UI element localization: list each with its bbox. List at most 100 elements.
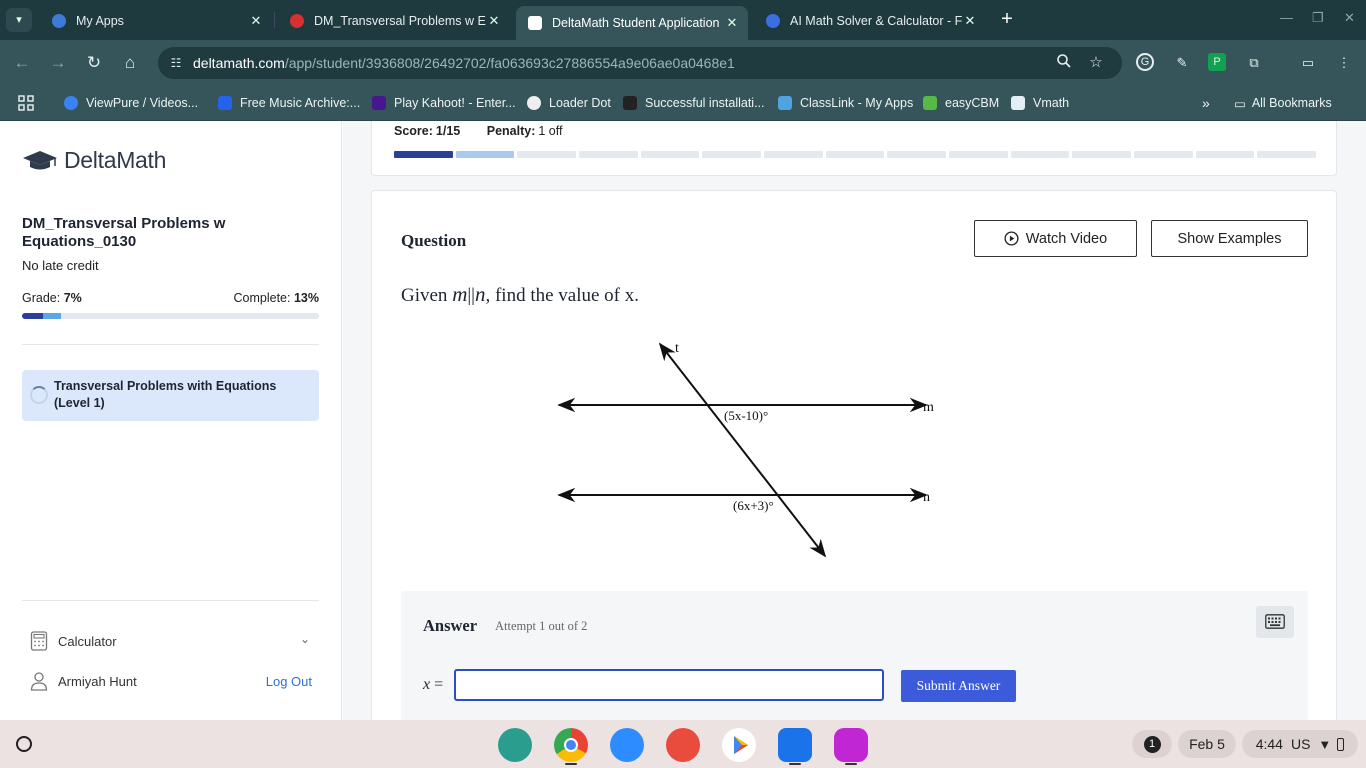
close-icon[interactable]: ✕: [724, 15, 740, 31]
bookmark-kahoot[interactable]: Play Kahoot! - Enter...: [372, 93, 516, 113]
progress-segment: [1072, 151, 1132, 158]
play-store-app-icon[interactable]: [722, 728, 756, 762]
grammarly-icon[interactable]: G: [1136, 53, 1154, 71]
wifi-icon: ▼: [1318, 736, 1332, 752]
home-icon[interactable]: ⌂: [119, 52, 141, 74]
notification-tray[interactable]: 1: [1132, 730, 1172, 758]
bookmark-classlink[interactable]: ClassLink - My Apps: [778, 93, 913, 113]
graduation-cap-icon: [23, 150, 57, 169]
progress-segment: [455, 151, 515, 158]
tab-deltamath-student[interactable]: DeltaMath Student Application ✕: [516, 6, 748, 40]
watch-video-button[interactable]: Watch Video: [974, 220, 1137, 257]
canvas-app-icon[interactable]: [834, 728, 868, 762]
forward-arrow-icon[interactable]: →: [47, 52, 69, 74]
bookmark-star-icon[interactable]: ☆: [1086, 53, 1106, 73]
problem-list-item[interactable]: Transversal Problems with Equations (Lev…: [22, 370, 319, 421]
extension-p-icon[interactable]: P: [1208, 53, 1226, 71]
watch-video-label: Watch Video: [1025, 230, 1108, 247]
prompt-text: Given: [401, 285, 453, 306]
grade-label: Grade:: [22, 291, 61, 305]
cursor-icon: [623, 96, 637, 110]
calculator-toggle[interactable]: Calculator ⌄: [30, 630, 310, 654]
progress-segment: [1257, 151, 1317, 158]
site-info-icon[interactable]: ☷: [166, 53, 186, 73]
back-arrow-icon[interactable]: ←: [11, 52, 33, 74]
keyboard-toggle-button[interactable]: [1256, 606, 1294, 638]
viewpure-icon: [64, 96, 78, 110]
bookmark-label: Play Kahoot! - Enter...: [394, 96, 516, 110]
tab-ai-math-solver[interactable]: AI Math Solver & Calculator - Fr ✕: [754, 6, 986, 36]
zoom-app-icon[interactable]: [610, 728, 644, 762]
bookmark-label: ClassLink - My Apps: [800, 96, 914, 110]
show-examples-button[interactable]: Show Examples: [1151, 220, 1308, 257]
answer-input[interactable]: [454, 669, 884, 701]
menu-kebab-icon[interactable]: ⋮: [1334, 53, 1354, 73]
zoom-search-icon[interactable]: [1054, 53, 1074, 73]
url-text[interactable]: deltamath.com/app/student/3936808/264927…: [193, 55, 735, 71]
in-progress-icon: [30, 386, 48, 404]
classroom-app-icon[interactable]: [498, 728, 532, 762]
complete-value: 13%: [293, 291, 319, 305]
progress-segment: [1195, 151, 1255, 158]
extensions-puzzle-icon[interactable]: ⧉: [1244, 53, 1264, 73]
deltamath-logo[interactable]: DeltaMath: [22, 147, 166, 174]
user-name: Armiyah Hunt: [58, 674, 137, 689]
bookmark-successful-install[interactable]: Successful installati...: [623, 93, 765, 113]
ai-solver-icon: [766, 14, 780, 28]
notification-count: 1: [1143, 735, 1161, 753]
chrome-app-icon[interactable]: [554, 728, 588, 762]
cast-icon[interactable]: ▭: [1298, 53, 1318, 73]
progress-segment: [1134, 151, 1193, 158]
cloud-icon: [52, 14, 66, 28]
vmath-icon: [1011, 96, 1025, 110]
new-tab-button[interactable]: +: [996, 9, 1018, 31]
line-m-variable: m: [452, 282, 468, 306]
close-icon[interactable]: ✕: [486, 13, 502, 29]
more-bookmarks-chevron-icon[interactable]: »: [1202, 93, 1210, 113]
close-icon[interactable]: ✕: [962, 13, 978, 29]
paint-app-icon[interactable]: [666, 728, 700, 762]
running-indicator: [565, 763, 577, 765]
submit-answer-button[interactable]: Submit Answer: [901, 670, 1016, 702]
all-bookmarks-folder[interactable]: ▭ All Bookmarks: [1234, 93, 1332, 113]
bookmark-viewpure[interactable]: ViewPure / Videos...: [64, 93, 198, 113]
keyboard-icon: [1265, 614, 1285, 629]
minimize-icon[interactable]: —: [1280, 10, 1293, 25]
score-label: Score:: [394, 124, 433, 138]
bookmark-free-music-archive[interactable]: Free Music Archive:...: [218, 93, 360, 113]
close-icon[interactable]: ✕: [248, 13, 264, 29]
bookmark-loader-dot[interactable]: Loader Dot: [527, 93, 611, 113]
launcher-icon[interactable]: [16, 736, 32, 752]
label-m: m: [923, 400, 934, 415]
tab-search-icon[interactable]: ▾: [6, 8, 32, 32]
calendar-date[interactable]: Feb 5: [1178, 730, 1236, 758]
close-window-icon[interactable]: ✕: [1344, 10, 1355, 26]
reload-icon[interactable]: ↻: [83, 52, 105, 74]
logout-link[interactable]: Log Out: [266, 674, 312, 689]
bookmark-vmath[interactable]: Vmath: [1011, 93, 1069, 113]
complete-label: Complete:: [233, 291, 291, 305]
angle-label-top: (5x-10)°: [724, 408, 768, 423]
chevron-down-icon: ⌄: [299, 632, 310, 646]
running-indicator: [789, 763, 801, 765]
kahoot-icon: [372, 96, 386, 110]
status-tray[interactable]: 4:44 US ▼: [1242, 730, 1358, 758]
bookmark-easycbm[interactable]: easyCBM: [923, 93, 999, 113]
show-examples-label: Show Examples: [1177, 230, 1282, 247]
deltamath-favicon-icon: [528, 16, 542, 30]
tab-my-apps[interactable]: My Apps ✕: [40, 6, 272, 36]
score-summary: Score: 1/15 Penalty: 1 off: [394, 124, 562, 138]
files-app-icon[interactable]: [778, 728, 812, 762]
question-heading: Question: [401, 231, 467, 250]
tab-dm-transversal[interactable]: DM_Transversal Problems w Ec ✕: [278, 6, 510, 36]
progress-segment: [640, 151, 700, 158]
address-bar[interactable]: ☷ deltamath.com/app/student/3936808/2649…: [158, 47, 1122, 79]
line-n-variable: n: [474, 282, 486, 306]
tab-title: My Apps: [76, 14, 124, 28]
sidebar: DeltaMath DM_Transversal Problems w Equa…: [0, 121, 342, 720]
apps-grid-icon[interactable]: [18, 93, 34, 113]
penalty-label: Penalty:: [486, 124, 536, 138]
progress-segment: [825, 151, 885, 158]
extension-puzzle-alt-icon[interactable]: ✎: [1172, 53, 1192, 73]
maximize-icon[interactable]: ❐: [1312, 10, 1324, 26]
